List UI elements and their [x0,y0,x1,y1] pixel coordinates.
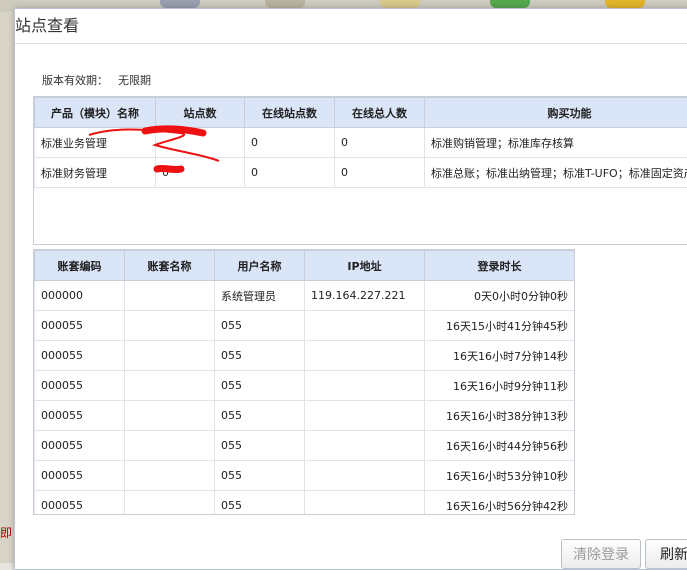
table-row[interactable]: 标准业务管理 0 0 标准购销管理；标准库存核算 [35,128,687,158]
cell-user-name: 系统管理员 [215,281,305,311]
cell-account-name [125,401,215,431]
session-table-body: 000000系统管理员119.164.227.2210天0小时0分钟0秒0000… [35,281,575,516]
cell-login-duration: 16天16小时56分钟42秒 [425,491,575,516]
cell-product-name: 标准业务管理 [35,128,156,158]
cell-account-name [125,431,215,461]
cell-site-count: 0 [156,158,245,188]
table-row[interactable]: 000055 055 16天16小时7分钟14秒 [35,341,575,371]
cell-login-duration: 16天16小时9分钟11秒 [425,371,575,401]
col-header-online-sites[interactable]: 在线站点数 [245,98,335,128]
site-view-dialog: 站点查看 版本有效期： 无限期 产品（模块）名称 站点数 在线站点数 在线总人数 … [14,8,687,570]
background-toolbar-icon [490,0,530,8]
cell-account-code: 000055 [35,371,125,401]
cell-user-name: 055 [215,311,305,341]
cell-login-duration: 16天16小时7分钟14秒 [425,341,575,371]
cell-product-name: 标准财务管理 [35,158,156,188]
cell-ip-address [305,341,425,371]
cell-user-name: 055 [215,461,305,491]
background-toolbar-icon [605,0,645,8]
cell-account-code: 000055 [35,341,125,371]
cell-login-duration: 16天16小时38分钟13秒 [425,401,575,431]
cell-ip-address: 119.164.227.221 [305,281,425,311]
cell-account-code: 000055 [35,431,125,461]
cell-account-code: 000055 [35,401,125,431]
col-header-online-users[interactable]: 在线总人数 [335,98,425,128]
col-header-purchased-features[interactable]: 购买功能 [425,98,687,128]
version-validity: 版本有效期： 无限期 [42,72,151,88]
cell-account-code: 000055 [35,311,125,341]
cell-account-code: 000055 [35,461,125,491]
cell-login-duration: 16天15小时41分钟45秒 [425,311,575,341]
cell-account-code: 000000 [35,281,125,311]
table-row[interactable]: 000055 055 16天15小时41分钟45秒 [35,311,575,341]
col-header-user-name[interactable]: 用户名称 [215,251,305,281]
cell-user-name: 055 [215,491,305,516]
cell-ip-address [305,311,425,341]
cell-online-sites: 0 [245,158,335,188]
cell-ip-address [305,401,425,431]
session-table: 账套编码 账套名称 用户名称 IP地址 登录时长 000000 系统管理员119.… [34,250,575,515]
cell-account-name [125,281,215,311]
cell-account-name [125,311,215,341]
product-table-container[interactable]: 产品（模块）名称 站点数 在线站点数 在线总人数 购买功能 标准业务管理 0 0… [33,96,687,245]
product-table: 产品（模块）名称 站点数 在线站点数 在线总人数 购买功能 标准业务管理 0 0… [34,97,687,188]
clear-login-button[interactable]: 清除登录 [561,539,641,569]
cell-ip-address [305,431,425,461]
dialog-title-bar: 站点查看 [15,9,687,44]
table-row[interactable]: 000000 系统管理员119.164.227.2210天0小时0分钟0秒 [35,281,575,311]
version-label: 版本有效期： [42,74,108,87]
table-row[interactable]: 000055 055 16天16小时56分钟42秒 [35,491,575,516]
col-header-account-code[interactable]: 账套编码 [35,251,125,281]
cell-login-duration: 0天0小时0分钟0秒 [425,281,575,311]
cell-ip-address [305,371,425,401]
cell-user-name: 055 [215,341,305,371]
cell-user-name: 055 [215,401,305,431]
cell-ip-address [305,491,425,516]
cell-features: 标准总账；标准出纳管理；标准T-UFO；标准固定资产 [425,158,687,188]
background-window-text: 即 [0,524,14,541]
cell-online-users: 0 [335,128,425,158]
cell-account-code: 000055 [35,491,125,516]
col-header-login-duration[interactable]: 登录时长 [425,251,575,281]
background-toolbar-icon [160,0,200,8]
background-window-sidebar [0,12,14,563]
table-row[interactable]: 000055 055 16天16小时38分钟13秒 [35,401,575,431]
cell-account-name [125,461,215,491]
cell-user-name: 055 [215,371,305,401]
cell-online-sites: 0 [245,128,335,158]
cell-account-name [125,371,215,401]
session-table-container[interactable]: 账套编码 账套名称 用户名称 IP地址 登录时长 000000 系统管理员119.… [33,249,575,515]
col-header-account-name[interactable]: 账套名称 [125,251,215,281]
cell-site-count [156,128,245,158]
session-table-header: 账套编码 账套名称 用户名称 IP地址 登录时长 [35,251,575,281]
dialog-title: 站点查看 [15,9,79,43]
cell-login-duration: 16天16小时44分钟56秒 [425,431,575,461]
version-value: 无限期 [118,74,151,87]
cell-account-name [125,491,215,516]
background-toolbar-icon [380,0,420,8]
table-row[interactable]: 000055 055 16天16小时53分钟10秒 [35,461,575,491]
cell-account-name [125,341,215,371]
cell-user-name: 055 [215,431,305,461]
col-header-site-count[interactable]: 站点数 [156,98,245,128]
table-row[interactable]: 标准财务管理 0 0 0 标准总账；标准出纳管理；标准T-UFO；标准固定资产 [35,158,687,188]
refresh-button[interactable]: 刷新 [645,539,687,569]
cell-login-duration: 16天16小时53分钟10秒 [425,461,575,491]
cell-features: 标准购销管理；标准库存核算 [425,128,687,158]
cell-ip-address [305,461,425,491]
col-header-ip-address[interactable]: IP地址 [305,251,425,281]
table-row[interactable]: 000055 055 16天16小时44分钟56秒 [35,431,575,461]
table-row[interactable]: 000055 055 16天16小时9分钟11秒 [35,371,575,401]
col-header-product-name[interactable]: 产品（模块）名称 [35,98,156,128]
product-table-header: 产品（模块）名称 站点数 在线站点数 在线总人数 购买功能 [35,98,687,128]
background-toolbar-icon [265,0,305,8]
cell-online-users: 0 [335,158,425,188]
